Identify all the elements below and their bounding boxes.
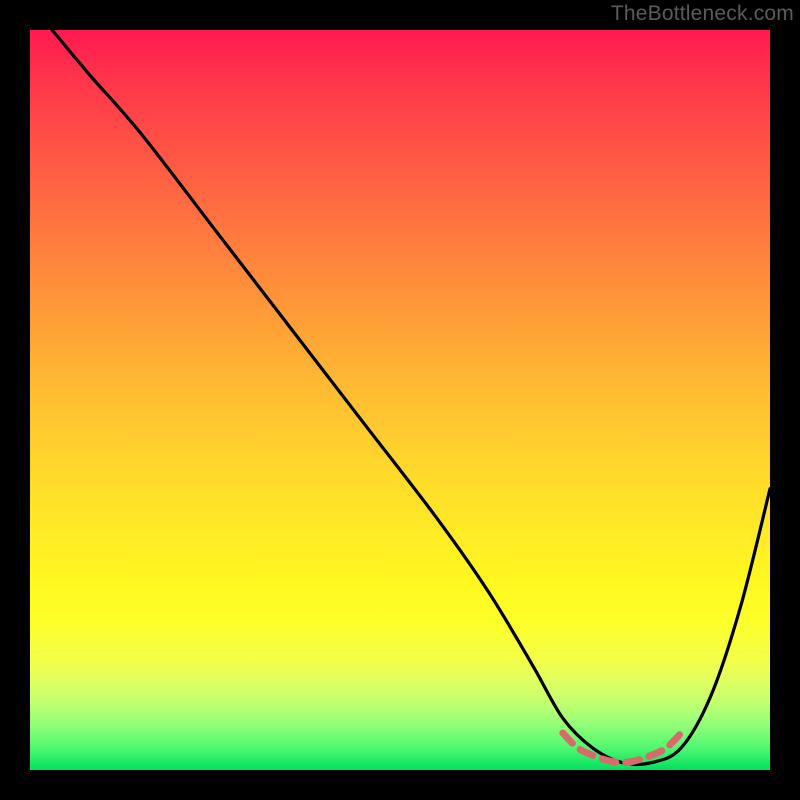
chart-svg [30, 30, 770, 770]
chart-frame: TheBottleneck.com [0, 0, 800, 800]
bottleneck-curve-path [52, 30, 770, 764]
plot-area [30, 30, 770, 770]
watermark-text: TheBottleneck.com [611, 2, 794, 26]
